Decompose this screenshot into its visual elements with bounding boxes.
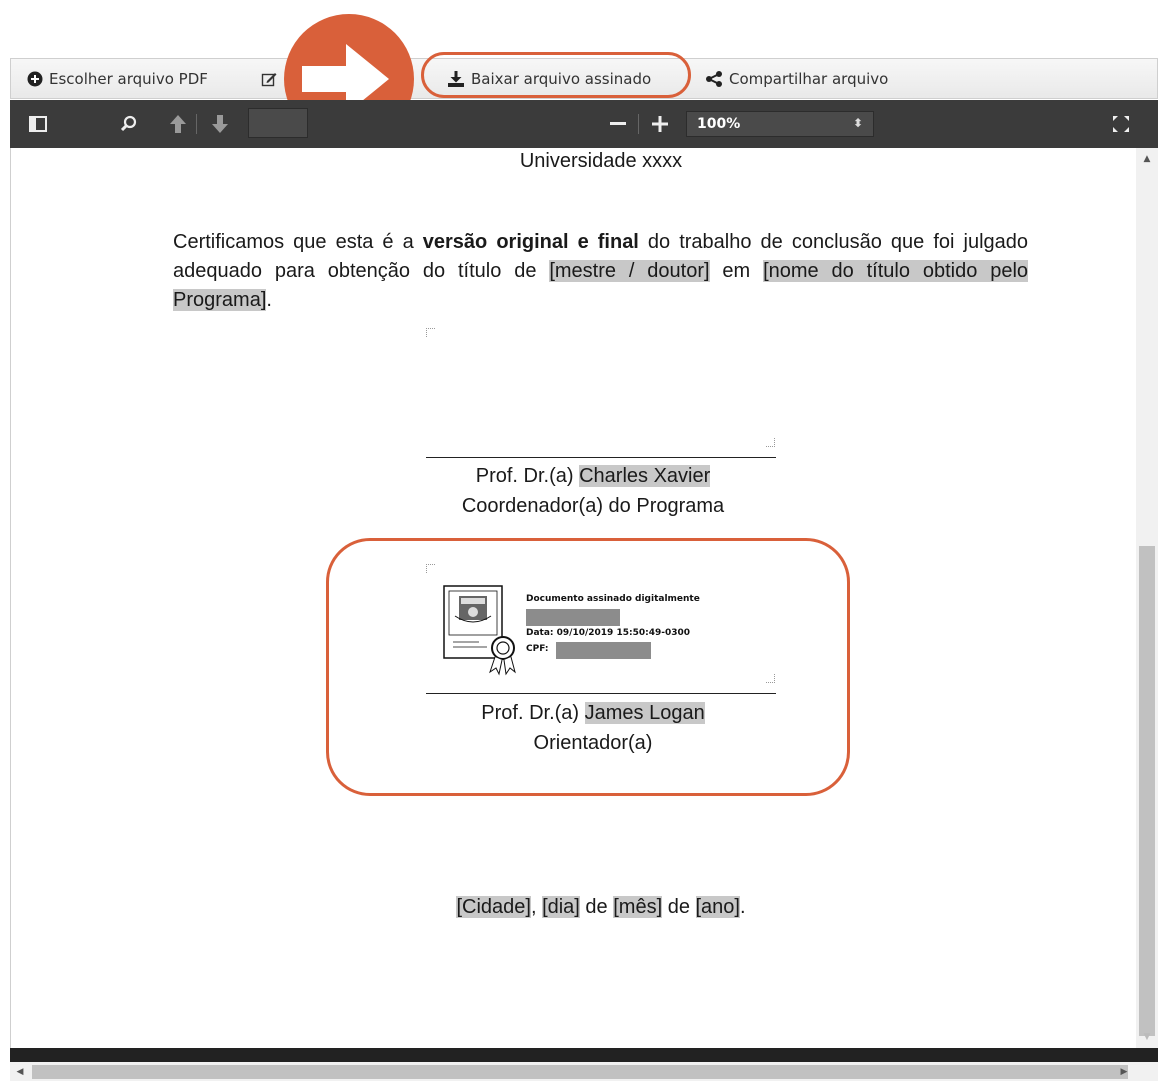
city-placeholder: [Cidade] <box>456 896 531 918</box>
scroll-right-arrow-icon[interactable]: ▶ <box>1114 1063 1134 1081</box>
signature-cpf-label: CPF: <box>526 644 549 654</box>
download-signed-button[interactable]: Baixar arquivo assinado <box>447 59 651 98</box>
coordinator-role: Coordenador(a) do Programa <box>461 495 725 517</box>
signature-field-corner <box>426 328 435 337</box>
pdf-viewer-toolbar: 100% ⬍ <box>10 100 1158 148</box>
edit-button[interactable] <box>261 59 283 98</box>
zoom-out-icon <box>610 122 626 125</box>
arrow-up-icon <box>170 115 186 133</box>
horizontal-scrollbar[interactable]: ◀ ▶ <box>10 1062 1158 1081</box>
share-file-button[interactable]: Compartilhar arquivo <box>705 59 888 98</box>
fullscreen-icon <box>1113 116 1129 132</box>
search-button[interactable] <box>116 100 142 148</box>
para-bold-text: versão original e final <box>422 231 639 253</box>
action-toolbar: Escolher arquivo PDF Baixar arquivo assi… <box>10 58 1158 99</box>
coordinator-block: Prof. Dr.(a) Charles Xavier Coordenador(… <box>393 461 793 521</box>
choose-pdf-label: Escolher arquivo PDF <box>49 69 208 88</box>
coordinator-name: Charles Xavier <box>579 465 711 487</box>
plus-circle-icon <box>27 71 43 86</box>
share-icon <box>706 70 722 87</box>
scroll-up-arrow-icon[interactable]: ▲ <box>1136 150 1158 168</box>
scroll-down-arrow-icon[interactable]: ▼ <box>1136 1028 1158 1046</box>
download-icon <box>448 70 464 87</box>
vertical-scroll-thumb[interactable] <box>1139 546 1155 1036</box>
advisor-signature-line <box>426 693 776 694</box>
certification-paragraph: Certificamos que esta é a versão origina… <box>173 228 1029 315</box>
separator-text: de <box>662 896 696 918</box>
previous-page-button[interactable] <box>166 100 190 148</box>
year-placeholder: [ano] <box>695 896 740 918</box>
separator-text: . <box>739 896 746 918</box>
viewer-bottom-bar <box>10 1048 1158 1062</box>
pdf-document-area[interactable]: Universidade xxxx Certificamos que esta … <box>10 148 1158 1048</box>
coordinator-prefix: Prof. Dr.(a) <box>475 465 580 487</box>
zoom-in-icon <box>652 116 668 132</box>
arrow-down-icon <box>212 115 228 133</box>
place-date-line: [Cidade], [dia] de [mês] de [ano]. <box>11 896 1158 919</box>
redacted-cpf <box>556 642 651 659</box>
edit-icon <box>261 72 277 86</box>
para-text: Certificamos que esta é a <box>173 231 423 253</box>
share-file-label: Compartilhar arquivo <box>729 69 889 88</box>
digital-signature-seal-icon <box>443 585 516 676</box>
select-caret-icon: ⬍ <box>852 116 863 130</box>
signature-field-corner <box>766 438 775 447</box>
page-number-input[interactable] <box>248 108 308 138</box>
choose-pdf-button[interactable]: Escolher arquivo PDF <box>27 59 208 98</box>
pdf-page: Universidade xxxx Certificamos que esta … <box>11 148 1137 1048</box>
signature-field-corner <box>766 674 775 683</box>
month-placeholder: [mês] <box>613 896 663 918</box>
signature-field-corner <box>426 564 435 573</box>
redacted-signer-name <box>526 609 620 626</box>
scroll-left-arrow-icon[interactable]: ◀ <box>10 1063 30 1081</box>
signature-title: Documento assinado digitalmente <box>526 594 700 604</box>
zoom-out-button[interactable] <box>604 100 632 148</box>
vertical-scrollbar[interactable]: ▲ ▼ <box>1136 148 1158 1048</box>
day-placeholder: [dia] <box>542 896 580 918</box>
signature-date: Data: 09/10/2019 15:50:49-0300 <box>526 628 691 638</box>
next-page-button[interactable] <box>208 100 232 148</box>
advisor-role: Orientador(a) <box>533 732 653 754</box>
zoom-value: 100% <box>697 116 741 132</box>
fullscreen-button[interactable] <box>1108 100 1134 148</box>
degree-placeholder: [mestre / doutor] <box>549 260 710 282</box>
university-name: Universidade xxxx <box>519 150 683 172</box>
coordinator-signature-line <box>426 457 776 458</box>
advisor-name: James Logan <box>584 702 705 724</box>
advisor-prefix: Prof. Dr.(a) <box>481 702 585 724</box>
zoom-in-button[interactable] <box>646 100 674 148</box>
para-text: . <box>266 289 272 311</box>
download-signed-label: Baixar arquivo assinado <box>471 69 652 88</box>
separator-text: de <box>579 896 614 918</box>
advisor-block: Prof. Dr.(a) James Logan Orientador(a) <box>393 698 793 758</box>
horizontal-scroll-thumb[interactable] <box>32 1065 1128 1079</box>
zoom-select[interactable]: 100% ⬍ <box>686 111 874 137</box>
sidebar-toggle-icon <box>29 116 47 132</box>
separator-text: , <box>530 896 543 918</box>
search-icon <box>120 115 137 132</box>
para-text: em <box>709 260 764 282</box>
sidebar-toggle-button[interactable] <box>24 100 52 148</box>
